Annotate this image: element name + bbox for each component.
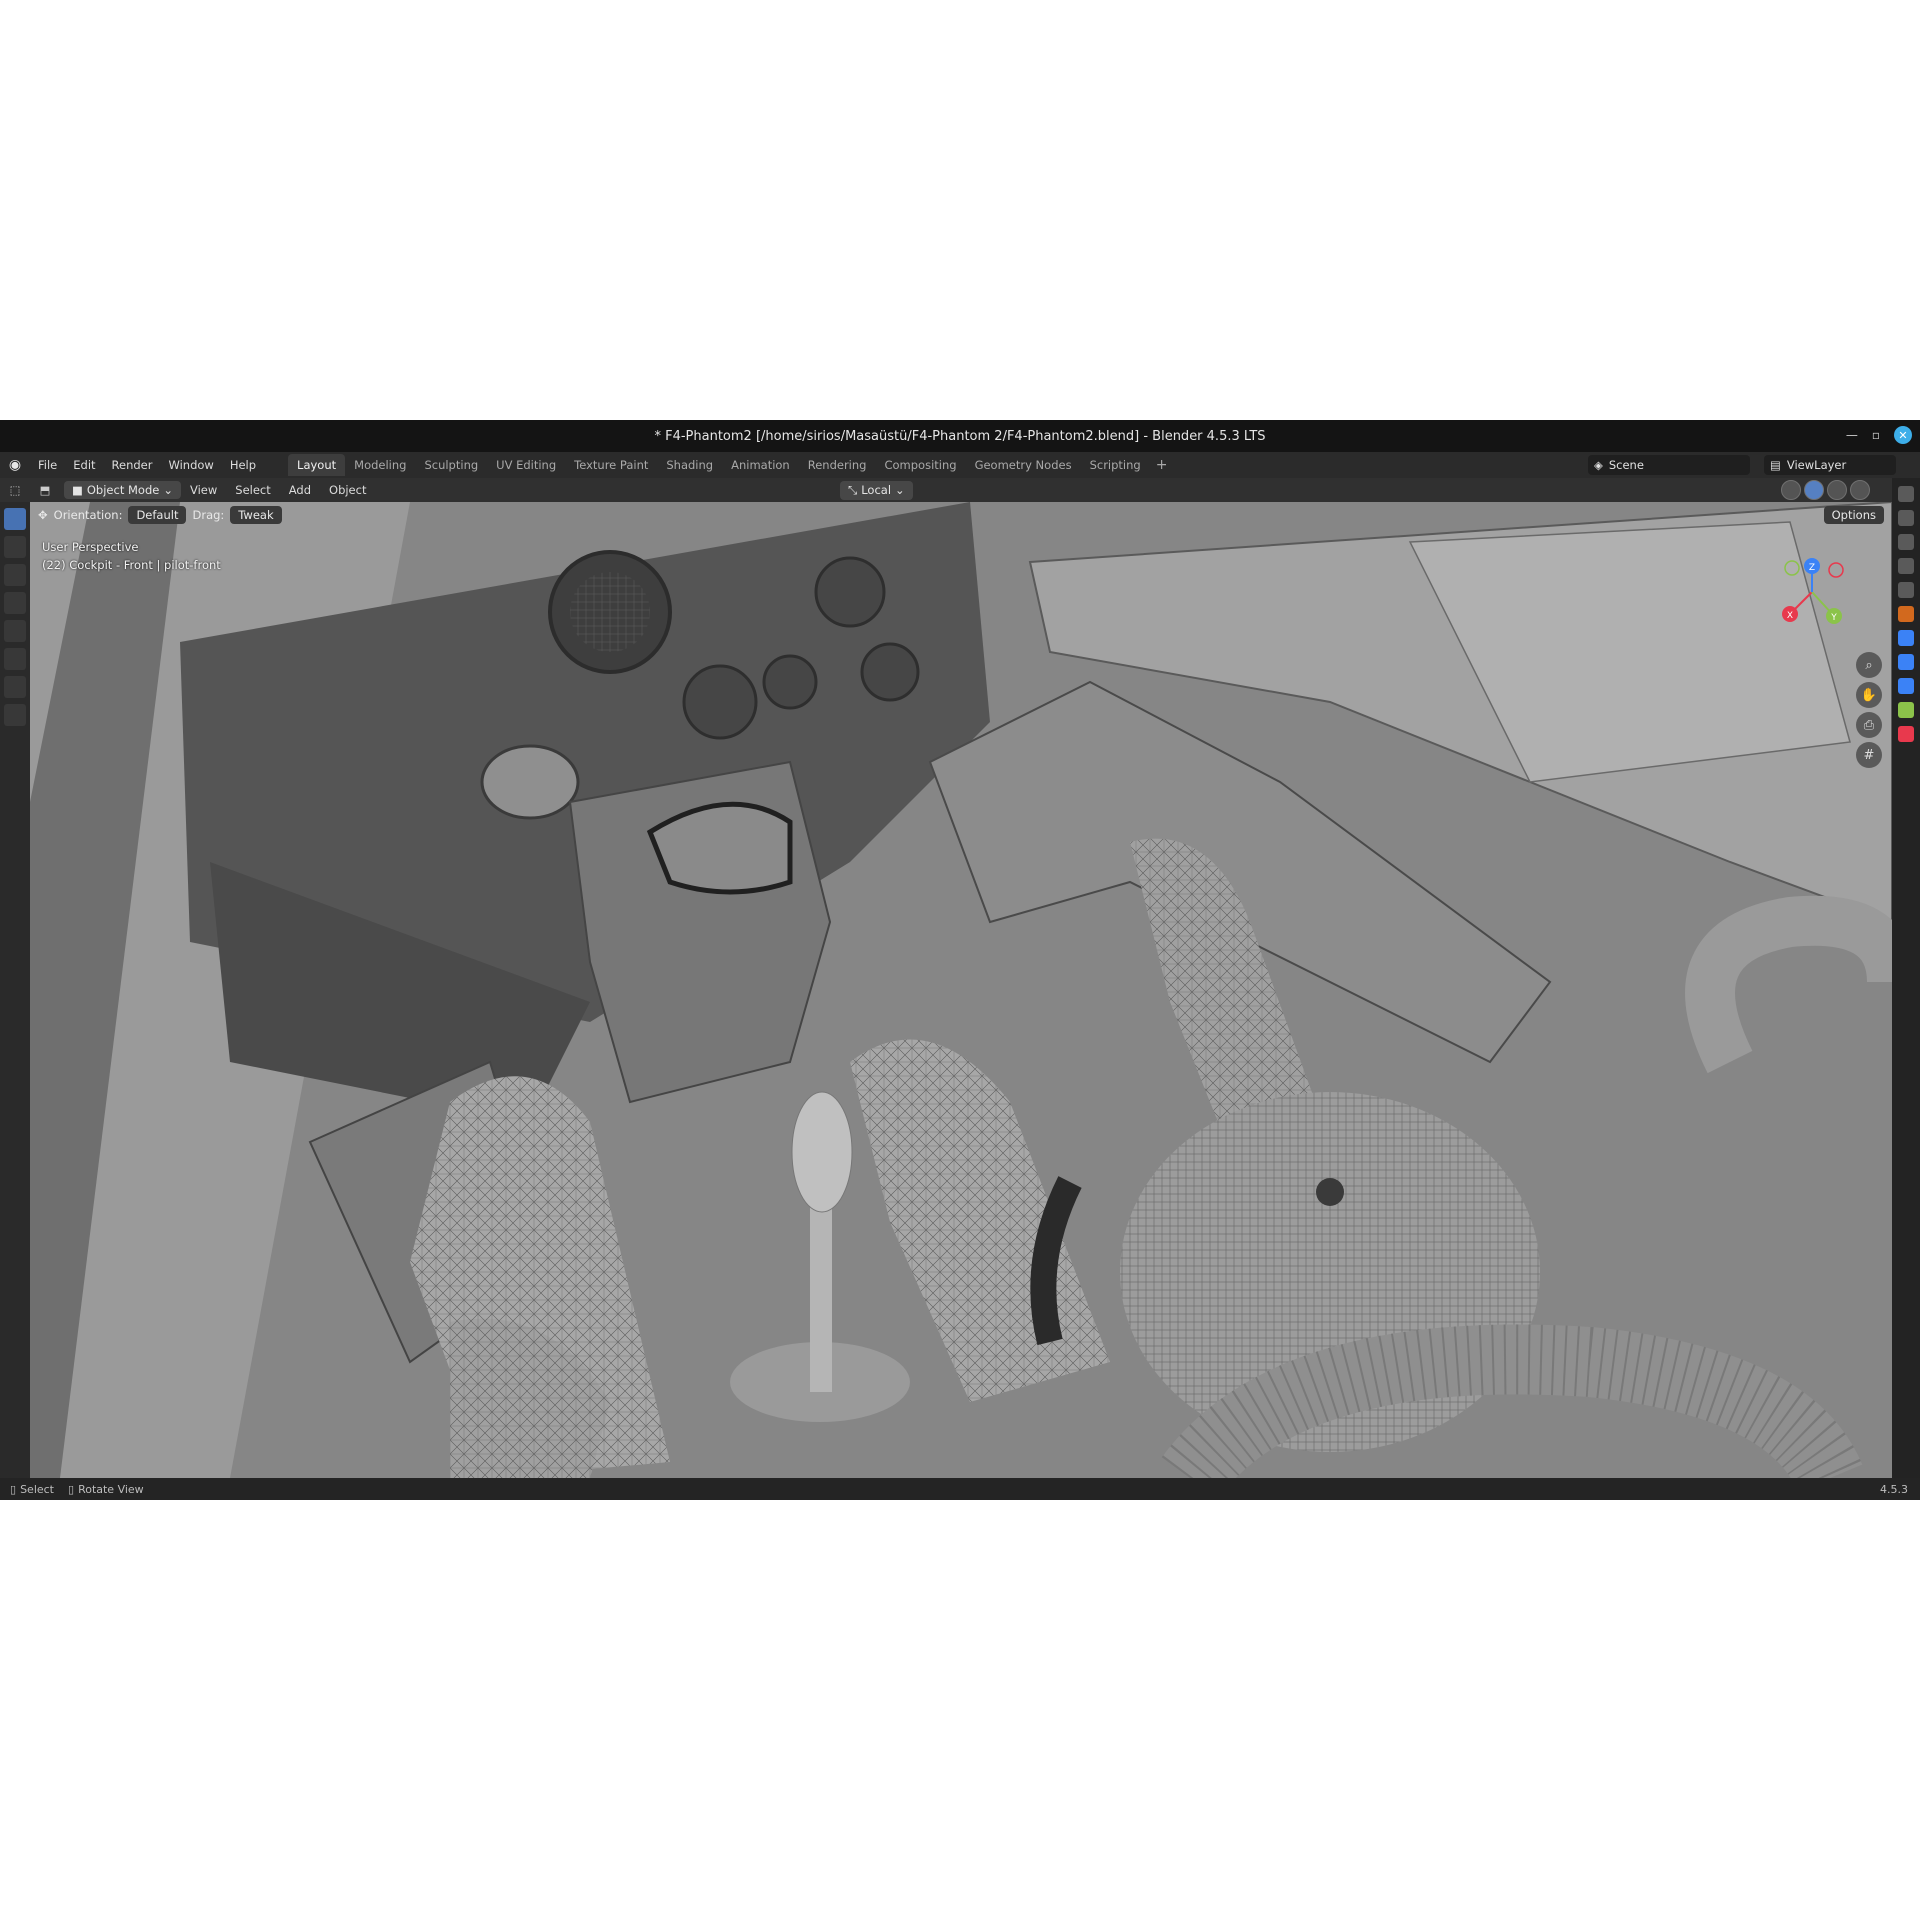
status-select: Select	[20, 1482, 54, 1496]
scale-tool-icon[interactable]	[4, 620, 26, 642]
workspace-tabs: Layout Modeling Sculpting UV Editing Tex…	[288, 454, 1173, 476]
modifier-props-icon[interactable]	[1898, 630, 1914, 646]
mouse-middle-icon: ▯	[68, 1482, 75, 1496]
tab-scripting[interactable]: Scripting	[1081, 454, 1150, 476]
rendered-shading-icon[interactable]	[1850, 480, 1870, 500]
output-props-icon[interactable]	[1898, 558, 1914, 574]
scene-props-icon[interactable]	[1898, 582, 1914, 598]
solid-shading-icon[interactable]	[1804, 480, 1824, 500]
select-box-icon[interactable]: ⬒	[30, 483, 60, 497]
view-perspective-label: User Perspective	[42, 540, 139, 554]
version-label: 4.5.3	[1880, 1482, 1908, 1496]
material-shading-icon[interactable]	[1827, 480, 1847, 500]
status-bar: ▯ Select ▯ Rotate View 4.5.3	[0, 1478, 1920, 1500]
axis-y-label: Y	[1830, 613, 1837, 623]
maximize-icon[interactable]: ▫	[1872, 428, 1880, 442]
orientation-dropdown[interactable]: Default	[128, 506, 187, 524]
object-props-icon[interactable]	[1898, 606, 1914, 622]
add-workspace-icon[interactable]: +	[1150, 457, 1174, 473]
tab-compositing[interactable]: Compositing	[875, 454, 965, 476]
move-icon: ✥	[38, 508, 48, 522]
mode-label: Object Mode	[86, 483, 160, 497]
mode-dropdown[interactable]: ■ Object Mode ⌄	[64, 481, 181, 499]
viewport-header: ⬚ ⬒ ■ Object Mode ⌄ View Select Add Obje…	[0, 478, 1920, 502]
tab-animation[interactable]: Animation	[722, 454, 799, 476]
annotate-tool-icon[interactable]	[4, 676, 26, 698]
wireframe-shading-icon[interactable]	[1781, 480, 1801, 500]
measure-tool-icon[interactable]	[4, 704, 26, 726]
physics-props-icon[interactable]	[1898, 678, 1914, 694]
active-object-label: (22) Cockpit - Front | pilot-front	[42, 558, 221, 572]
render-props-icon[interactable]	[1898, 534, 1914, 550]
rotate-tool-icon[interactable]	[4, 592, 26, 614]
axis-z-label: Z	[1809, 563, 1815, 573]
menu-render[interactable]: Render	[104, 458, 161, 472]
grid-icon[interactable]: #	[1856, 742, 1882, 768]
chevron-down-icon: ⌄	[163, 483, 173, 497]
cockpit-scene	[30, 502, 1892, 1478]
cursor-tool-icon[interactable]	[4, 536, 26, 558]
zoom-icon[interactable]: ⌕	[1856, 652, 1882, 678]
select-tool-icon[interactable]	[4, 508, 26, 530]
tab-rendering[interactable]: Rendering	[799, 454, 876, 476]
viewlayer-selector[interactable]: ▤ ViewLayer	[1764, 455, 1896, 475]
menu-window[interactable]: Window	[160, 458, 221, 472]
menu-edit[interactable]: Edit	[65, 458, 103, 472]
blender-window: * F4-Phantom2 [/home/sirios/Masaüstü/F4-…	[0, 420, 1920, 1500]
camera-icon[interactable]: ⎙	[1856, 712, 1882, 738]
top-bar: ◉ File Edit Render Window Help Layout Mo…	[0, 452, 1920, 478]
options-button[interactable]: Options	[1823, 506, 1884, 524]
navigation-gizmo[interactable]: X Y Z	[1762, 542, 1862, 642]
orientation-label: Local	[861, 483, 892, 497]
menu-help[interactable]: Help	[222, 458, 264, 472]
chevron-down-icon: ⌄	[895, 483, 905, 497]
move-tool-icon[interactable]	[4, 564, 26, 586]
particles-props-icon[interactable]	[1898, 654, 1914, 670]
tab-shading[interactable]: Shading	[657, 454, 722, 476]
title-bar: * F4-Phantom2 [/home/sirios/Masaüstü/F4-…	[0, 420, 1920, 452]
tool-settings-bar: ✥ Orientation: Default Drag: Tweak	[30, 502, 282, 528]
hand-icon[interactable]: ✋	[1856, 682, 1882, 708]
transform-orientation-dropdown[interactable]: ⤡ Local ⌄	[840, 480, 913, 500]
mouse-left-icon: ▯	[10, 1482, 17, 1496]
tab-uv-editing[interactable]: UV Editing	[487, 454, 565, 476]
drag-dropdown[interactable]: Tweak	[230, 506, 282, 524]
close-icon[interactable]: ✕	[1894, 426, 1912, 444]
tab-sculpting[interactable]: Sculpting	[415, 454, 487, 476]
viewlayer-icon: ▤	[1770, 458, 1781, 472]
menu-add[interactable]: Add	[280, 483, 320, 497]
transform-tool-icon[interactable]	[4, 648, 26, 670]
minimize-icon[interactable]: —	[1846, 428, 1858, 442]
viewlayer-name: ViewLayer	[1786, 458, 1847, 472]
window-controls: — ▫ ✕	[1846, 426, 1912, 444]
object-mode-icon: ■	[72, 483, 83, 497]
orientation-icon: ⤡	[848, 482, 858, 497]
axis-x-label: X	[1787, 611, 1793, 621]
editor-type-icon[interactable]: ⬚	[0, 483, 30, 497]
outliner-icon[interactable]	[1898, 486, 1914, 502]
scene-name: Scene	[1608, 458, 1644, 472]
menu-file[interactable]: File	[30, 458, 65, 472]
tab-texture-paint[interactable]: Texture Paint	[565, 454, 657, 476]
menu-view[interactable]: View	[181, 483, 226, 497]
scene-icon: ◈	[1594, 458, 1603, 472]
menu-object[interactable]: Object	[320, 483, 375, 497]
status-rotate-view: Rotate View	[78, 1482, 144, 1496]
left-toolbar	[0, 502, 30, 1478]
drag-label: Drag:	[192, 508, 225, 522]
properties-tab-strip	[1892, 478, 1920, 1478]
tab-modeling[interactable]: Modeling	[345, 454, 415, 476]
tab-layout[interactable]: Layout	[288, 454, 346, 476]
material-props-icon[interactable]	[1898, 726, 1914, 742]
tool-props-icon[interactable]	[1898, 510, 1914, 526]
orientation-label: Orientation:	[53, 508, 123, 522]
scene-selector[interactable]: ◈ Scene	[1588, 455, 1750, 475]
blender-logo-icon[interactable]: ◉	[0, 457, 30, 473]
shading-buttons	[1781, 480, 1870, 500]
3d-viewport[interactable]: ✥ Orientation: Default Drag: Tweak Optio…	[30, 502, 1892, 1478]
window-title: * F4-Phantom2 [/home/sirios/Masaüstü/F4-…	[654, 428, 1266, 444]
data-props-icon[interactable]	[1898, 702, 1914, 718]
menu-select[interactable]: Select	[226, 483, 279, 497]
tab-geometry-nodes[interactable]: Geometry Nodes	[966, 454, 1081, 476]
